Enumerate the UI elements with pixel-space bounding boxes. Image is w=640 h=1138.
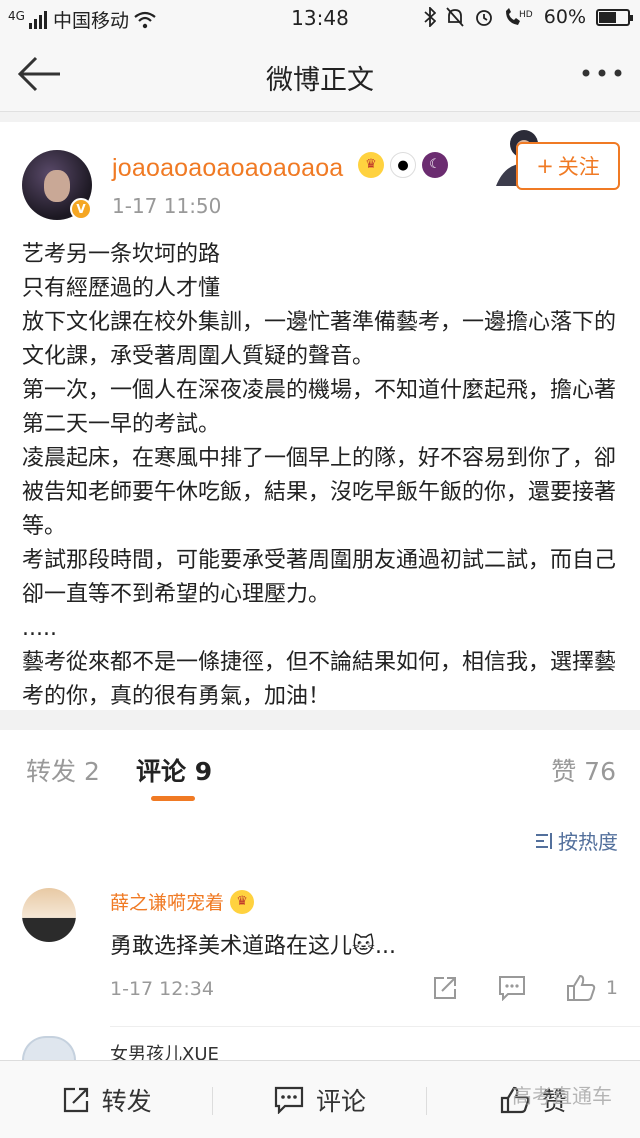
comment-time: 1-17 12:34 <box>110 978 214 1000</box>
battery-icon <box>596 8 633 26</box>
post-paragraph: 藝考從來都不是一條捷徑，但不論結果如何，相信我，選擇藝考的你，真的很有勇氣，加油… <box>22 650 617 709</box>
comment-author-name: 薛之谦嗬宠着 <box>110 892 225 914</box>
comment-like-button[interactable]: 1 <box>566 974 618 1002</box>
post-paragraph: ..... <box>22 616 57 641</box>
post-paragraph: 凌晨起床，在寒風中排了一個早上的隊，好不容易到你了，卻被告知老師要午休吃飯，結果… <box>22 446 617 539</box>
battery-percent: 60% <box>543 6 586 28</box>
post-paragraph: 艺考另一条坎坷的路 <box>22 242 221 267</box>
page-title: 微博正文 <box>266 65 374 96</box>
mute-icon <box>446 7 464 27</box>
post-paragraph: 第一次，一個人在深夜凌晨的機場，不知道什麼起飛，擔心著第二天一早的考試。 <box>22 378 617 437</box>
repost-icon <box>63 1087 88 1112</box>
battery-fill <box>599 11 616 23</box>
sort-icon <box>536 832 552 849</box>
comment-label: 评论 <box>315 1086 366 1116</box>
post-paragraph: 只有經歷過的人才懂 <box>22 276 221 301</box>
tab-repost[interactable]: 转发 2 <box>26 752 100 788</box>
post-card: V joaoaoaoaoaoaoaoa ♛ ● ☾ 1-17 11:50 + 关… <box>0 122 640 710</box>
hd-call-icon: HD <box>505 8 533 25</box>
more-dots-icon <box>582 69 622 77</box>
active-tab-indicator <box>151 796 195 801</box>
comment-reply-button[interactable] <box>498 975 526 1001</box>
comment-text: 勇敢选择美术道路在这儿🐱... <box>110 928 396 960</box>
follow-label: 关注 <box>557 155 600 179</box>
status-bar: 4G 中国移动 13:48 HD 60% <box>0 0 640 36</box>
tab-like[interactable]: 赞 76 <box>551 752 616 788</box>
comment-share-button[interactable] <box>432 975 458 1001</box>
thumbs-up-icon <box>566 974 596 1001</box>
bluetooth-icon <box>424 7 436 27</box>
nav-bar: 微博正文 <box>0 36 640 112</box>
svg-text:HD: HD <box>519 10 533 20</box>
verified-icon: V <box>70 198 92 220</box>
comment-avatar[interactable] <box>22 888 76 942</box>
comment-icon <box>274 1086 304 1114</box>
repost-button[interactable]: 转发 <box>0 1061 214 1138</box>
comment-author[interactable]: 薛之谦嗬宠着 ♛ <box>110 888 255 915</box>
repost-label: 转发 <box>101 1086 152 1116</box>
panda-icon: ● <box>390 152 416 178</box>
comment-like-count: 1 <box>605 977 618 999</box>
interaction-panel: 转发 2 评论 9 赞 76 按热度 薛之谦嗬宠着 ♛ 勇敢选择美术道路在这儿🐱… <box>0 730 640 1065</box>
sort-label: 按热度 <box>558 830 618 854</box>
cat-emoji-icon: 🐱 <box>352 934 375 959</box>
crown-icon: ♛ <box>358 152 384 178</box>
comment-button[interactable]: 评论 <box>213 1061 427 1138</box>
comment-divider <box>110 1026 640 1027</box>
status-right: HD 60% <box>424 6 633 28</box>
author-badges: ♛ ● ☾ <box>358 152 448 178</box>
night-badge-icon: ☾ <box>422 152 448 178</box>
sort-button[interactable]: 按热度 <box>534 826 618 855</box>
reply-icon <box>498 976 525 1001</box>
crown-icon: ♛ <box>230 889 255 914</box>
avatar-face <box>44 170 70 202</box>
comment-actions: 1 <box>432 974 618 1002</box>
post-time: 1-17 11:50 <box>112 194 222 218</box>
author-username[interactable]: joaoaoaoaoaoaoaoa <box>112 154 343 183</box>
tab-comment[interactable]: 评论 9 <box>136 752 212 788</box>
post-paragraph: 放下文化課在校外集訓，一邊忙著準備藝考，一邊擔心落下的文化課，承受著周圍人質疑的… <box>22 310 617 369</box>
plus-icon: + <box>536 154 554 178</box>
comment-text-content: 勇敢选择美术道路在这儿 <box>110 934 353 959</box>
comment-ellipsis: ... <box>374 934 396 959</box>
watermark: 高考直通车 <box>512 1084 612 1108</box>
more-button[interactable] <box>580 58 624 88</box>
post-body: 艺考另一条坎坷的路 只有經歷過的人才懂 放下文化課在校外集訓，一邊忙著準備藝考，… <box>22 238 622 714</box>
alarm-icon <box>475 10 492 26</box>
comment-avatar[interactable] <box>22 1036 76 1060</box>
post-paragraph: 考試那段時間，可能要承受著周圍朋友通過初試二試，而自己卻一直等不到希望的心理壓力… <box>22 548 617 607</box>
share-icon <box>433 977 456 999</box>
follow-button[interactable]: + 关注 <box>516 142 620 190</box>
